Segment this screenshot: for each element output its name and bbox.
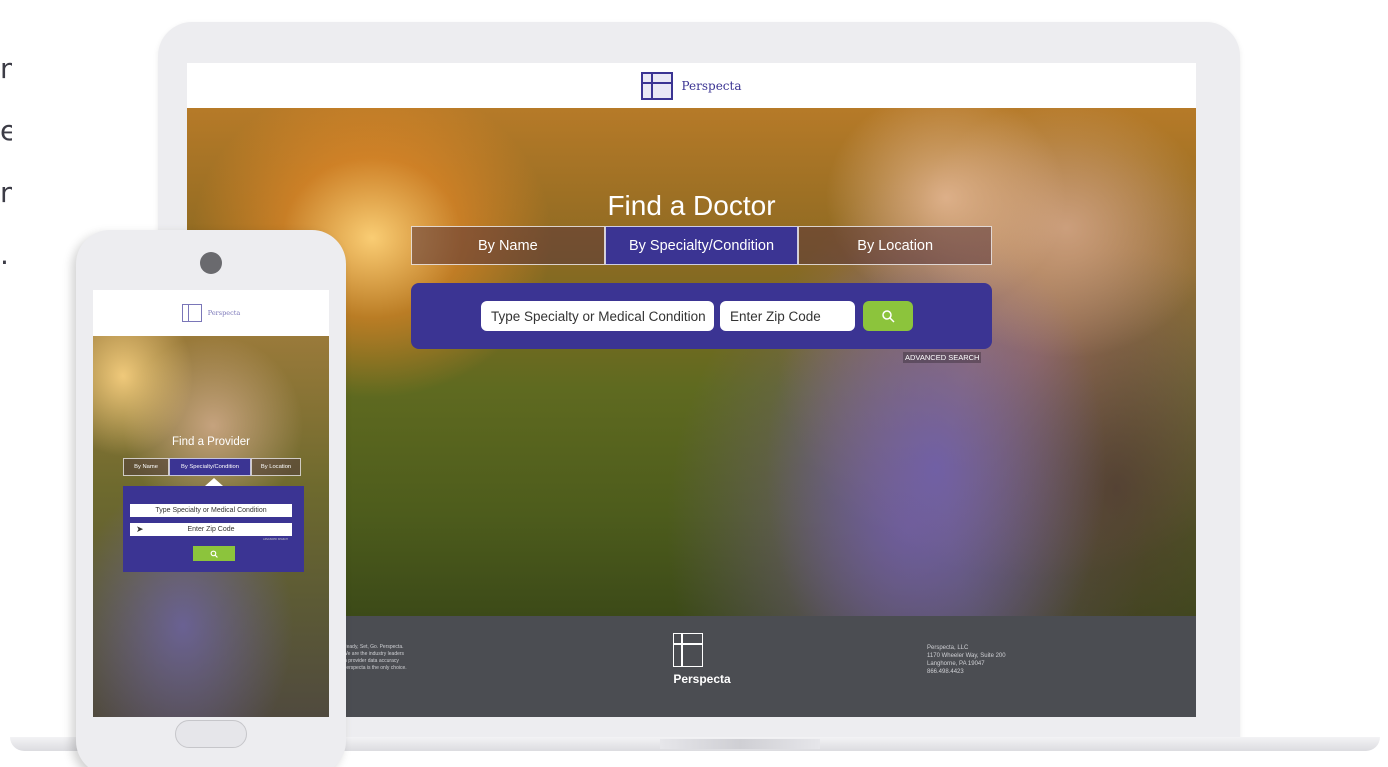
mobile-header: Perspecta: [93, 290, 329, 336]
brand-logo-text[interactable]: Perspecta: [681, 79, 741, 93]
search-button[interactable]: [863, 301, 913, 331]
perspecta-logo-icon[interactable]: [181, 304, 202, 322]
mobile-advanced-search-link[interactable]: ADVANCED SEARCH: [263, 538, 288, 541]
search-mode-tabs: By Name By Specialty/Condition By Locati…: [411, 226, 993, 265]
phone-frame: Perspecta Find a Provider By Name By Spe…: [76, 230, 346, 767]
mobile-zip-input[interactable]: ➤ Enter Zip Code: [130, 523, 292, 536]
mobile-brand-text[interactable]: Perspecta: [208, 309, 241, 317]
showcase-stage: n e. n . Perspecta Find a Doctor By Name…: [0, 0, 1388, 767]
mobile-tab-by-specialty[interactable]: By Specialty/Condition: [169, 458, 251, 476]
side-text-line: n: [0, 52, 12, 85]
specialty-input[interactable]: Type Specialty or Medical Condition: [481, 301, 714, 331]
mobile-specialty-input[interactable]: Type Specialty or Medical Condition: [130, 504, 292, 517]
side-text-line: e.: [0, 114, 12, 147]
mobile-zip-placeholder: Enter Zip Code: [187, 526, 235, 533]
phone-camera: [200, 252, 222, 274]
hero-title: Find a Doctor: [607, 190, 776, 221]
search-icon: [210, 550, 218, 558]
footer-address-line: 1170 Wheeler Way, Suite 200: [927, 653, 1006, 659]
side-text-line: n: [0, 176, 12, 209]
advanced-search-link[interactable]: ADVANCED SEARCH: [903, 352, 982, 363]
mobile-tab-by-name[interactable]: By Name: [123, 458, 169, 476]
cropped-side-text: n e. n .: [0, 38, 12, 286]
footer-tagline: Ready, Set, Go. Perspecta. We are the in…: [343, 644, 407, 672]
site-header: Perspecta: [187, 63, 1196, 108]
footer-address-line: Perspecta, LLC: [927, 645, 969, 651]
mobile-search-panel: Type Specialty or Medical Condition ➤ En…: [123, 478, 304, 572]
mobile-hero-title: Find a Provider: [172, 436, 250, 448]
search-icon: [882, 310, 895, 323]
footer-address-line: Langhorne, PA 19047: [927, 661, 985, 667]
mobile-search-tabs: By Name By Specialty/Condition By Locati…: [123, 458, 301, 476]
footer-tagline-line: Perspecta is the only choice.: [343, 665, 407, 671]
perspecta-logo-icon[interactable]: [641, 71, 674, 100]
footer-tagline-line: Ready, Set, Go. Perspecta.: [343, 644, 404, 650]
zip-code-input[interactable]: Enter Zip Code: [720, 301, 855, 331]
location-arrow-icon[interactable]: ➤: [136, 524, 144, 535]
tab-by-name[interactable]: By Name: [411, 226, 605, 265]
mobile-screen: Perspecta Find a Provider By Name By Spe…: [93, 290, 329, 717]
footer-tagline-line: We are the industry leaders: [343, 651, 405, 657]
side-text-line: .: [0, 238, 9, 271]
tab-by-location[interactable]: By Location: [798, 226, 993, 265]
tab-by-specialty[interactable]: By Specialty/Condition: [604, 226, 799, 265]
laptop-hinge: [660, 739, 820, 749]
footer-brand: Perspecta: [673, 672, 731, 686]
search-panel: Type Specialty or Medical Condition Ente…: [411, 283, 992, 349]
footer-address: Perspecta, LLC 1170 Wheeler Way, Suite 2…: [927, 644, 1006, 676]
footer-phone[interactable]: 866.498.4423: [927, 668, 1006, 676]
mobile-search-button[interactable]: [193, 546, 235, 561]
phone-home-button[interactable]: [175, 720, 247, 748]
footer-tagline-line: in provider data accuracy: [343, 658, 399, 664]
mobile-tab-by-location[interactable]: By Location: [251, 458, 301, 476]
footer-logo-icon: [673, 633, 703, 667]
